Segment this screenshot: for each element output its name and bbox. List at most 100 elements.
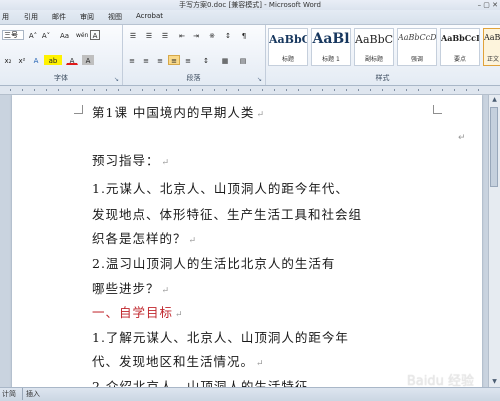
dialog-launcher-icon[interactable]: ↘: [114, 76, 119, 83]
style-name: 强调: [410, 56, 423, 63]
text-line-heading[interactable]: 一、自学目标 ↵: [92, 302, 184, 321]
tab-review[interactable]: 审阅: [80, 12, 94, 22]
text-line[interactable]: 1.了解元谋人、北京人、山顶洞人的距今年: [92, 327, 351, 346]
style-title[interactable]: AaBbC( 标题: [268, 28, 308, 66]
style-name: 正文: [486, 56, 499, 63]
distributed-button[interactable]: ≡: [182, 55, 194, 65]
paragraph-mark: ↵: [256, 359, 265, 369]
margin-corner-mark: [433, 105, 442, 114]
style-sample: AaBbCcD: [441, 33, 479, 43]
bullets-button[interactable]: ☰: [126, 30, 140, 40]
decrease-indent-button[interactable]: ⇤: [176, 30, 188, 40]
line-text: 发现地点、体形特征、生产生活工具和社会组: [92, 207, 363, 222]
style-name: 标题 1: [322, 56, 340, 63]
grow-font-button[interactable]: A˄: [27, 30, 39, 40]
phonetic-button[interactable]: wén: [75, 30, 88, 40]
paragraph-mark: ↵: [458, 133, 466, 143]
window-controls[interactable]: – ▢ ✕: [478, 0, 498, 10]
text-effect-button[interactable]: A: [30, 55, 42, 65]
style-name: 标题: [281, 56, 294, 63]
line-text: 织各是怎样的？: [92, 231, 187, 246]
style-subtitle[interactable]: AaBbC 副标题: [354, 28, 394, 66]
sort-button[interactable]: ↕: [222, 30, 234, 40]
tab-layout[interactable]: 用: [2, 12, 9, 22]
borders-button[interactable]: ▤: [236, 55, 250, 65]
style-name: 副标题: [364, 56, 383, 63]
font-size-select[interactable]: 三号: [2, 30, 24, 40]
style-emphasis[interactable]: AaBbCcD 强调: [397, 28, 437, 66]
styles-group: AaBbC( 标题 AaBl 标题 1 AaBbC 副标题 AaBbCcD 强调…: [265, 25, 500, 85]
style-sample: AaBbC(: [269, 33, 307, 46]
line-text: 哪些进步？: [92, 281, 160, 296]
paragraph-group-label: 段落: [186, 74, 201, 82]
text-line[interactable]: 织各是怎样的？ ↵: [92, 228, 197, 247]
style-strong[interactable]: AaBbCcD 要点: [440, 28, 480, 66]
horizontal-ruler[interactable]: [0, 86, 500, 95]
status-insert-mode[interactable]: 插入: [26, 388, 40, 400]
status-page[interactable]: 计简: [2, 388, 16, 400]
tab-acrobat[interactable]: Acrobat: [136, 12, 163, 20]
window-title: 手写方案0.doc [兼容模式] - Microsoft Word: [179, 1, 321, 9]
align-right-button[interactable]: ≡: [154, 55, 166, 65]
document-page[interactable]: 第1课 中国境内的早期人类 ↵ ↵ 预习指导： ↵ 1.元谋人、北京人、山顶洞人的距…: [12, 95, 482, 387]
justify-button[interactable]: ≡: [168, 55, 180, 65]
increase-indent-button[interactable]: ⇥: [190, 30, 202, 40]
paragraph-mark: ↵: [256, 110, 265, 120]
style-heading-1[interactable]: AaBl 标题 1: [311, 28, 351, 66]
dialog-launcher-icon[interactable]: ↘: [257, 76, 262, 83]
font-group-label: 字体: [54, 74, 68, 82]
text-line[interactable]: 2.介绍北京人、山顶洞人的生活特征: [92, 376, 310, 387]
text-line[interactable]: 预习指导： ↵: [92, 150, 170, 169]
paragraph-mark: ↵: [161, 158, 171, 168]
text-line[interactable]: 1.元谋人、北京人、山顶洞人的距今年代、: [92, 178, 351, 197]
scroll-up-icon[interactable]: ▲: [489, 95, 500, 105]
text-line[interactable]: 发现地点、体形特征、生产生活工具和社会组: [92, 204, 364, 223]
tab-view[interactable]: 视图: [108, 12, 122, 22]
ribbon-tabs: 用 引用 邮件 审阅 视图 Acrobat: [0, 10, 500, 25]
tab-references[interactable]: 引用: [24, 12, 38, 22]
line-text: 1.了解元谋人、北京人、山顶洞人的距今年: [92, 330, 349, 345]
shading-button[interactable]: ▦: [218, 55, 232, 65]
align-left-button[interactable]: ≡: [126, 55, 138, 65]
font-color-button[interactable]: A: [66, 55, 78, 65]
ruler-ticks: [10, 89, 490, 91]
scrollbar-thumb[interactable]: [490, 107, 498, 187]
styles-group-label: 样式: [375, 74, 390, 82]
char-border-button[interactable]: A: [90, 30, 100, 40]
line-text: 一、自学目标: [92, 305, 174, 320]
show-marks-button[interactable]: ¶: [238, 30, 250, 40]
status-divider: [22, 388, 23, 400]
style-sample: AaBbCc: [484, 33, 500, 42]
paragraph-mark: ↵: [188, 236, 198, 246]
scroll-down-icon[interactable]: ▼: [489, 377, 500, 387]
asian-layout-button[interactable]: ※: [206, 30, 218, 40]
style-normal[interactable]: AaBbCc 正文: [483, 28, 500, 66]
text-line[interactable]: 代、发现地区和生活情况。 ↵: [92, 351, 265, 370]
subscript-button[interactable]: x₂: [2, 55, 14, 65]
multilevel-button[interactable]: ☰: [158, 30, 172, 40]
font-group: 三号 A˄ A˅ Aa wén A x₂ x² A ab A A 字体 ↘: [0, 25, 123, 85]
text-line[interactable]: 哪些进步？ ↵: [92, 278, 170, 297]
paragraph-group: ☰ ☰ ☰ ⇤ ⇥ ※ ↕ ¶ ≡ ≡ ≡ ≡ ≡ ↕ ▦ ▤ 段落 ↘: [122, 25, 266, 85]
change-case-button[interactable]: Aa: [58, 30, 71, 40]
line-text: 预习指导：: [92, 153, 160, 168]
highlight-button[interactable]: ab: [44, 55, 62, 65]
shrink-font-button[interactable]: A˅: [40, 30, 52, 40]
style-name: 要点: [453, 56, 466, 63]
line-text: 代、发现地区和生活情况。: [92, 354, 255, 369]
char-shading-button[interactable]: A: [82, 55, 94, 65]
margin-corner-mark: [74, 105, 83, 114]
vertical-scrollbar[interactable]: ▲ ▼: [488, 95, 500, 387]
status-bar: 计简 插入: [0, 387, 500, 401]
text-line[interactable]: 2.温习山顶洞人的生活比北京人的生活有: [92, 253, 337, 272]
align-center-button[interactable]: ≡: [140, 55, 152, 65]
line-text: 第1课 中国境内的早期人类: [92, 105, 255, 120]
superscript-button[interactable]: x²: [16, 55, 28, 65]
line-spacing-button[interactable]: ↕: [200, 55, 212, 65]
text-line[interactable]: 第1课 中国境内的早期人类 ↵: [92, 102, 265, 121]
numbering-button[interactable]: ☰: [142, 30, 156, 40]
document-area: 第1课 中国境内的早期人类 ↵ ↵ 预习指导： ↵ 1.元谋人、北京人、山顶洞人的距…: [0, 95, 489, 387]
title-bar: 手写方案0.doc [兼容模式] - Microsoft Word – ▢ ✕: [0, 0, 500, 10]
style-sample: AaBl: [312, 31, 350, 47]
tab-mailings[interactable]: 邮件: [52, 12, 66, 22]
